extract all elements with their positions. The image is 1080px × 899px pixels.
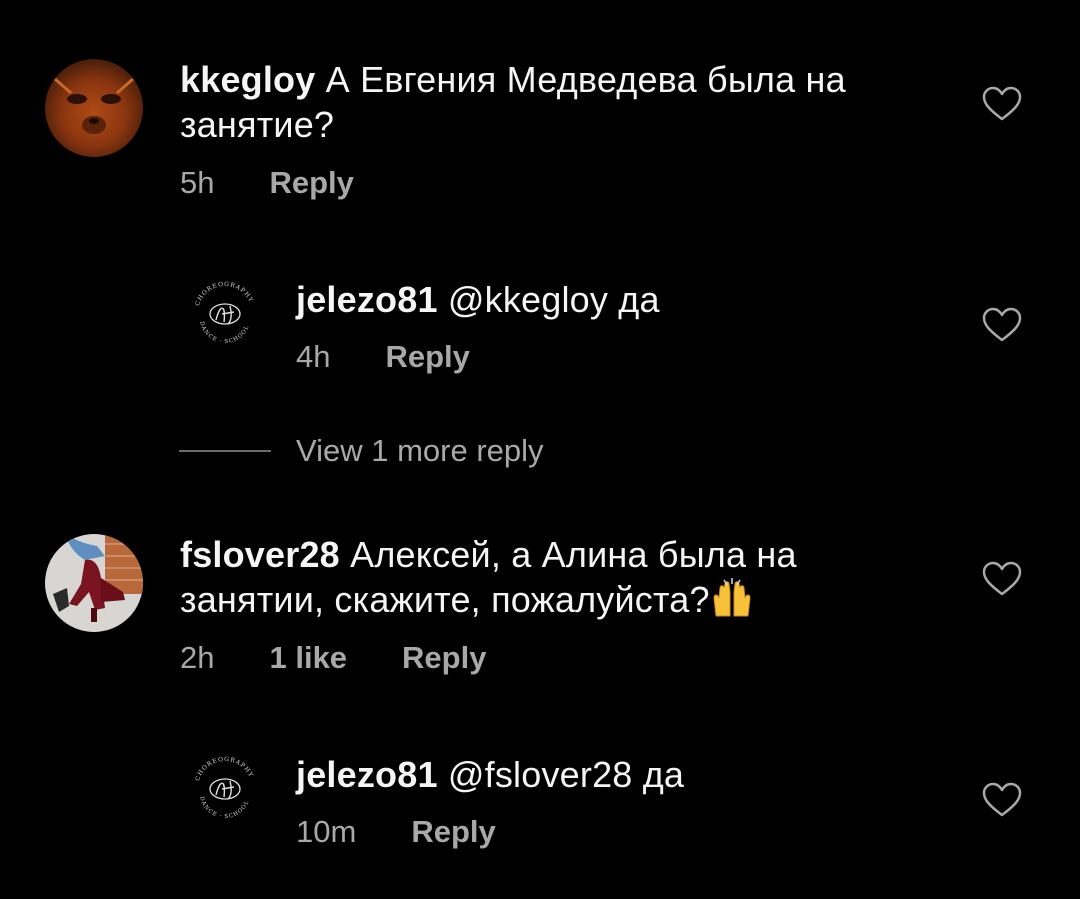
likes-count[interactable]: 1 like [269, 640, 347, 676]
avatar[interactable] [45, 534, 143, 632]
comment-text: А Евгения Медведева была на [325, 59, 846, 100]
divider-line [179, 450, 271, 452]
username[interactable]: jelezo81 [296, 754, 438, 795]
reply-button[interactable]: Reply [411, 814, 495, 850]
heart-outline-icon[interactable] [982, 782, 1022, 818]
heart-outline-icon[interactable] [982, 561, 1022, 597]
comment-text: @kkegloy да [447, 279, 660, 320]
reply-button[interactable]: Reply [402, 640, 486, 676]
raising-hands-emoji [713, 578, 751, 617]
view-more-label[interactable]: View 1 more reply [296, 433, 544, 469]
comment-meta: 5h Reply [180, 165, 354, 201]
timestamp: 5h [180, 165, 215, 200]
avatar[interactable]: CHOREOGRAPHY DANCE · SCHOOL [186, 274, 264, 352]
reply-button[interactable]: Reply [269, 165, 353, 201]
heart-outline-icon[interactable] [982, 307, 1022, 343]
comment-text: @fslover28 да [447, 754, 685, 795]
timestamp: 4h [296, 339, 331, 374]
comment-meta: 4h Reply [296, 339, 470, 375]
username[interactable]: kkegloy [180, 59, 315, 100]
comment-body: fslover28 Алексей, а Алина была на занят… [180, 532, 797, 622]
comment-body: jelezo81 @fslover28 да [296, 752, 684, 797]
username[interactable]: jelezo81 [296, 279, 438, 320]
comments-thread: kkegloy А Евгения Медведева была на заня… [0, 0, 1080, 899]
comment-body: kkegloy А Евгения Медведева была на заня… [180, 57, 846, 147]
username[interactable]: fslover28 [180, 534, 340, 575]
timestamp: 10m [296, 814, 357, 849]
view-more-replies[interactable]: View 1 more reply [179, 433, 544, 469]
comment-body: jelezo81 @kkegloy да [296, 277, 660, 322]
timestamp: 2h [180, 640, 215, 675]
avatar[interactable] [45, 59, 143, 157]
comment-meta: 2h 1 like Reply [180, 640, 486, 676]
reply-button[interactable]: Reply [385, 339, 469, 375]
heart-outline-icon[interactable] [982, 86, 1022, 122]
comment-text-line2: занятии, скажите, пожалуйста? [180, 579, 710, 620]
comment-text: Алексей, а Алина была на [350, 534, 797, 575]
comment-text-line2: занятие? [180, 104, 335, 145]
comment-meta: 10m Reply [296, 814, 496, 850]
avatar[interactable]: CHOREOGRAPHY DANCE · SCHOOL [186, 749, 264, 827]
